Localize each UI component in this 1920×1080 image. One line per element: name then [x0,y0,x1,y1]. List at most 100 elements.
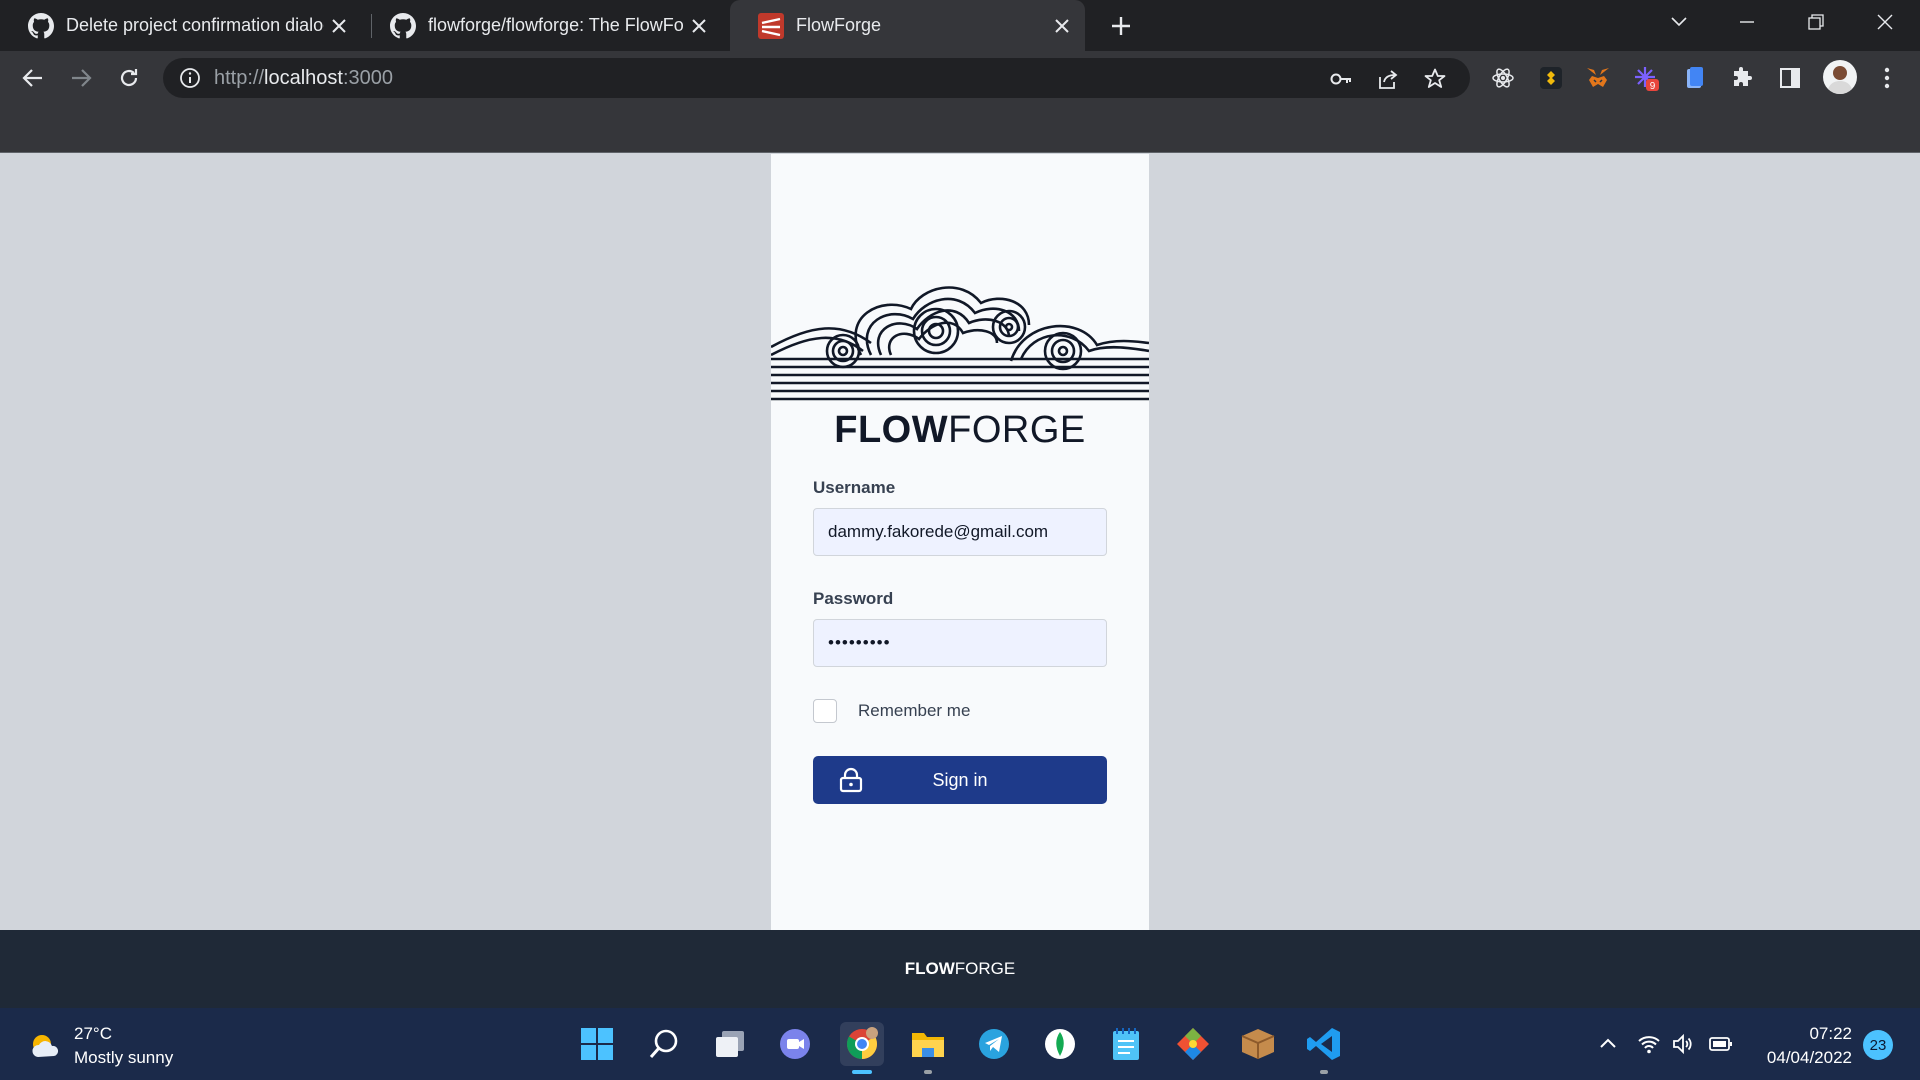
windows-icon [581,1028,613,1060]
flowforge-icon [758,12,784,39]
url-scheme: http:// [214,66,265,89]
share-icon[interactable] [1376,67,1400,91]
extension-spark-icon[interactable]: 9 [1632,64,1660,92]
mongodb-compass-button[interactable] [1038,1022,1082,1066]
page-background: FLOWFORGE Username Password Remember me … [0,154,1920,930]
footer-brand-bold: FLOW [904,959,955,978]
login-card: FLOWFORGE Username Password Remember me … [771,154,1149,930]
profile-avatar[interactable] [1823,60,1857,94]
vscode-button[interactable] [1302,1022,1346,1074]
password-label: Password [813,589,894,608]
metamask-icon[interactable] [1584,64,1612,92]
github-icon [28,12,54,38]
weather-description: Mostly sunny [74,1048,174,1067]
remember-me-checkbox[interactable] [813,699,837,723]
kebab-menu-icon[interactable] [1873,64,1901,92]
notepad-button[interactable] [1104,1022,1148,1066]
username-label: Username [813,478,896,497]
bookmarks-bar [0,105,1920,153]
volume-icon[interactable] [1671,1032,1695,1056]
weather-temperature: 27°C [74,1024,112,1043]
notification-badge[interactable]: 23 [1863,1030,1893,1060]
flowforge-logo-icon [771,286,1149,401]
mongodb-leaf-icon [1045,1029,1075,1059]
battery-icon[interactable] [1709,1032,1733,1056]
arrow-left-icon [22,69,42,87]
close-icon [1877,14,1893,30]
close-icon[interactable] [1047,11,1077,41]
restore-icon [1808,14,1824,30]
remember-me-row[interactable]: Remember me [813,699,970,723]
chrome-taskbar-button[interactable] [840,1022,884,1074]
binance-wallet-icon[interactable] [1537,64,1565,92]
chat-icon [780,1029,810,1059]
puzzle-icon[interactable] [1728,64,1756,92]
search-icon [649,1029,678,1058]
close-icon[interactable] [684,11,714,41]
task-view-button[interactable] [708,1022,752,1066]
chevron-down-icon [1671,17,1687,27]
reload-icon [120,69,138,87]
side-panel-icon[interactable] [1776,64,1804,92]
browser-tab-strip: Delete project confirmation dialog flowf… [0,0,1920,51]
clock-time: 07:22 [1809,1024,1852,1043]
close-icon[interactable] [324,11,354,41]
notepad-icon [1113,1028,1139,1060]
restore-button[interactable] [1783,0,1849,44]
username-input[interactable] [813,508,1107,556]
tab-title: flowforge/flowforge: The FlowForge [428,15,684,35]
react-devtools-icon[interactable] [1489,64,1517,92]
telegram-button[interactable] [972,1022,1016,1066]
sign-in-button[interactable]: Sign in [813,756,1107,804]
git-client-button[interactable] [1171,1022,1215,1066]
star-icon[interactable] [1423,67,1447,91]
info-icon[interactable] [179,67,201,89]
url-port: :3000 [342,66,394,89]
vscode-icon [1307,1028,1340,1060]
teams-chat-button[interactable] [773,1022,817,1066]
brand-bold: FLOW [834,409,949,451]
arrow-right-icon [72,69,92,87]
lock-icon [839,767,863,793]
tab-title: Delete project confirmation dialog [66,15,324,35]
clock-date: 04/04/2022 [1766,1048,1852,1067]
sign-in-label: Sign in [932,769,988,790]
system-clock[interactable]: 07:22 04/04/2022 [1752,1022,1852,1070]
package-app-button[interactable] [1236,1022,1280,1066]
password-input[interactable] [813,619,1107,667]
bookmark-extension-icon[interactable] [1681,64,1709,92]
wifi-icon[interactable] [1637,1032,1661,1056]
page-footer: FLOW FORGE [0,930,1920,1008]
brand-light: FORGE [948,409,1086,451]
github-icon [390,12,416,38]
tab-search-button[interactable] [1646,0,1712,44]
back-button[interactable] [15,60,51,96]
close-window-button[interactable] [1852,0,1918,44]
tab-flowforge-github[interactable]: flowforge/flowforge: The FlowForge [362,0,722,51]
weather-widget[interactable]: 27°C Mostly sunny [28,1022,173,1070]
search-button[interactable] [642,1022,686,1066]
task-view-icon [716,1031,744,1057]
tab-flowforge[interactable]: FlowForge [730,0,1085,51]
tab-delete-project[interactable]: Delete project confirmation dialog [0,0,362,51]
key-icon[interactable] [1329,67,1353,91]
windows-taskbar: 27°C Mostly sunny 07:22 04/04/2022 23 [0,1008,1920,1080]
tab-title: FlowForge [796,15,882,35]
address-bar[interactable]: http://localhost:3000 [163,58,1470,98]
minimize-button[interactable] [1714,0,1780,44]
browser-toolbar: http://localhost:3000 9 [0,51,1920,105]
url-host: localhost [264,66,343,89]
chrome-icon [846,1027,878,1059]
start-button[interactable] [575,1022,619,1066]
file-explorer-button[interactable] [906,1022,950,1074]
reload-button[interactable] [111,60,147,96]
new-tab-button[interactable] [1103,10,1139,42]
remember-me-label: Remember me [858,701,971,720]
brand-wordmark: FLOWFORGE [771,409,1149,452]
chevron-up-icon[interactable] [1596,1032,1620,1056]
url-text: http://localhost:3000 [214,67,393,90]
plus-icon [1112,17,1130,35]
forward-button[interactable] [63,60,99,96]
extension-badge: 9 [1650,81,1656,91]
folder-icon [912,1033,944,1057]
